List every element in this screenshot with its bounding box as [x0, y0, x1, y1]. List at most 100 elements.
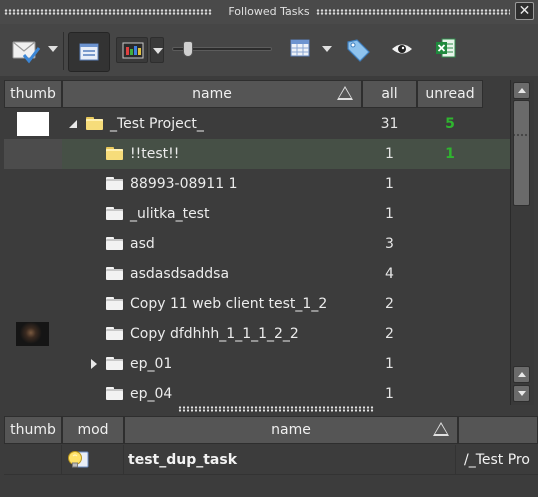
table-row[interactable]: ep_01 1: [4, 349, 510, 379]
column-header-thumb[interactable]: thumb: [4, 80, 62, 108]
thumb-cell: [4, 169, 62, 199]
watch-button[interactable]: [390, 40, 416, 60]
table-row[interactable]: _Test Project_ 31 5: [4, 109, 510, 139]
all-count: 2: [385, 326, 394, 342]
thumb-cell: [4, 319, 62, 349]
task-name: Copy dfdhhh_1_1_1_2_2: [130, 326, 299, 342]
unread-count: [417, 379, 483, 405]
detail-table: thumb mod name test_dup_task /_Test Pro: [4, 416, 538, 497]
table-row[interactable]: asd 3: [4, 229, 510, 259]
task-name: _ulitka_test: [130, 206, 210, 222]
task-name: asdasdsaddsa: [130, 266, 230, 282]
thumbnail-image: [16, 322, 49, 346]
scroll-thumb[interactable]: [513, 100, 530, 206]
folder-icon: [106, 387, 123, 400]
column-header-name-label: name: [192, 86, 232, 102]
column-header-name[interactable]: name: [62, 80, 362, 108]
scroll-down-button[interactable]: [513, 385, 530, 402]
detail-column-header-name[interactable]: name: [124, 416, 458, 444]
table-row[interactable]: ep_04 1: [4, 379, 510, 405]
thumb-cell: [4, 445, 62, 475]
table-row[interactable]: Copy dfdhhh_1_1_1_2_2 2: [4, 319, 510, 349]
unread-count: [417, 229, 483, 259]
table-row[interactable]: !!test!! 1 1: [4, 139, 510, 169]
folder-icon: [106, 177, 123, 190]
tags-button[interactable]: [344, 36, 372, 64]
task-name: _Test Project_: [110, 116, 204, 132]
column-header-all[interactable]: all: [362, 80, 417, 108]
tasks-table: thumb name all unread _Test Project_ 31 5!…: [4, 80, 510, 405]
thumb-cell: [4, 109, 62, 139]
thumb-cell: [4, 259, 62, 289]
view-panel-button[interactable]: [68, 32, 110, 72]
collapse-arrow-icon[interactable]: [69, 120, 77, 128]
title-bar: Followed Tasks ✕: [0, 0, 538, 24]
thumbnail-image: [17, 112, 49, 136]
all-count: 1: [385, 386, 394, 402]
zoom-slider[interactable]: [168, 40, 276, 60]
detail-column-header-thumb[interactable]: thumb: [4, 416, 62, 444]
all-count: 2: [385, 296, 394, 312]
panel-splitter[interactable]: [178, 406, 374, 412]
mark-read-button[interactable]: [10, 36, 44, 64]
unread-count: [417, 259, 483, 289]
table-row[interactable]: 88993-08911 1 1: [4, 169, 510, 199]
unread-count: [417, 349, 483, 379]
lightbulb-icon: [68, 451, 89, 468]
column-header-unread[interactable]: unread: [417, 80, 483, 108]
table-row[interactable]: asdasdsaddsa 4: [4, 259, 510, 289]
task-name: ep_04: [130, 386, 173, 402]
thumbnail-view-button[interactable]: [116, 37, 148, 63]
expand-arrow-icon[interactable]: [91, 359, 97, 369]
thumb-cell: [4, 199, 62, 229]
toolbar-separator: [63, 32, 64, 70]
arrow-up-icon: [518, 372, 526, 377]
folder-icon: [106, 237, 123, 250]
mark-read-menu-button[interactable]: [46, 42, 60, 56]
detail-column-header-path[interactable]: [458, 416, 538, 444]
unread-count: 5: [445, 116, 455, 132]
scroll-up-button[interactable]: [513, 366, 530, 383]
export-excel-button[interactable]: [435, 37, 459, 61]
close-button[interactable]: ✕: [515, 2, 534, 20]
task-name: !!test!!: [130, 146, 180, 162]
eye-icon: [392, 44, 412, 54]
tasks-scrollbar[interactable]: [510, 80, 534, 405]
sort-ascending-icon: [337, 86, 353, 100]
table-row[interactable]: _ulitka_test 1: [4, 199, 510, 229]
tag-icon: [347, 39, 370, 62]
sort-ascending-icon: [433, 422, 449, 436]
unread-count: 1: [445, 146, 455, 162]
task-name: 88993-08911 1: [130, 176, 238, 192]
all-count: 1: [385, 206, 394, 222]
columns-menu-button[interactable]: [320, 42, 334, 56]
folder-icon: [106, 267, 123, 280]
all-count: 1: [385, 356, 394, 372]
scroll-up-button[interactable]: [513, 82, 530, 99]
thumb-cell: [4, 289, 62, 319]
columns-button[interactable]: [290, 39, 312, 59]
table-row[interactable]: Copy 11 web client test_1_2 2: [4, 289, 510, 319]
arrow-down-icon: [518, 391, 526, 396]
all-count: 3: [385, 236, 394, 252]
thumb-cell: [4, 139, 62, 169]
task-name: Copy 11 web client test_1_2: [130, 296, 328, 312]
table-row[interactable]: test_dup_task /_Test Pro: [4, 445, 538, 475]
slider-handle[interactable]: [183, 41, 193, 57]
all-count: 31: [380, 116, 399, 132]
all-count: 1: [385, 146, 394, 162]
chevron-down-icon: [153, 48, 163, 54]
table-icon: [290, 39, 310, 57]
task-name: asd: [130, 236, 155, 252]
window-title: Followed Tasks: [222, 5, 316, 18]
detail-column-header-name-label: name: [271, 422, 311, 438]
thumbnail-view-menu-button[interactable]: [150, 37, 164, 63]
unread-count: [417, 199, 483, 229]
chevron-down-icon: [322, 46, 332, 52]
all-count: 1: [385, 176, 394, 192]
mail-check-icon: [12, 41, 41, 64]
excel-export-icon: [436, 38, 456, 58]
detail-column-header-mod[interactable]: mod: [62, 416, 124, 444]
all-count: 4: [385, 266, 394, 282]
folder-icon: [106, 357, 123, 370]
